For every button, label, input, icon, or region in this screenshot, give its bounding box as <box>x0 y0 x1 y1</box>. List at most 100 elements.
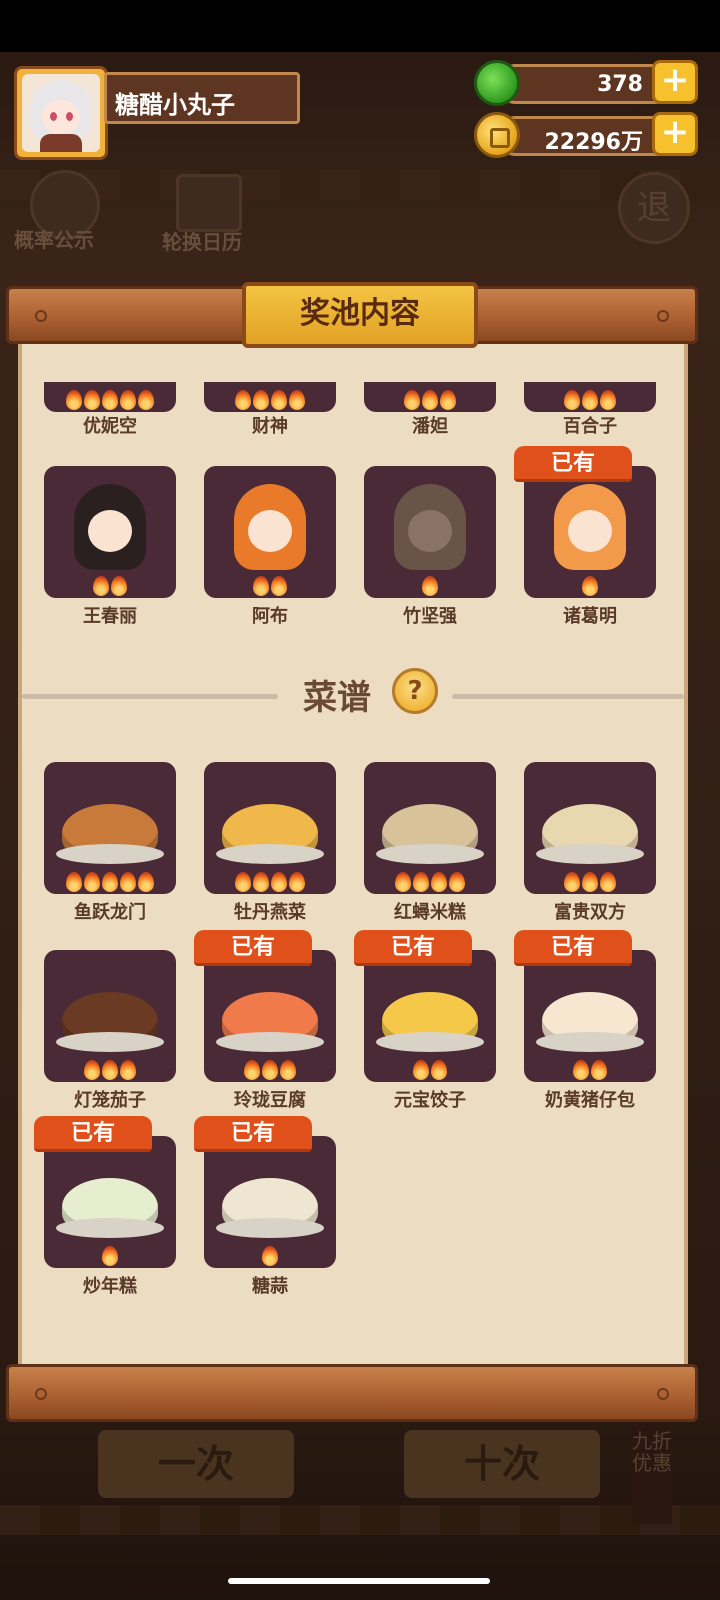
character-card[interactable] <box>524 382 656 412</box>
character-card[interactable] <box>44 466 176 598</box>
character-name: 优妮空 <box>83 416 137 437</box>
flame-star-icon <box>244 1060 260 1080</box>
single-draw-button[interactable]: 一次 <box>98 1430 294 1498</box>
gem-icon <box>474 60 520 106</box>
recipe-card[interactable] <box>204 950 336 1082</box>
character-card[interactable] <box>204 466 336 598</box>
avatar-portrait <box>22 74 100 152</box>
recipe-name: 富贵双方 <box>554 902 626 923</box>
recipe-card[interactable] <box>44 762 176 894</box>
home-indicator[interactable] <box>228 1578 490 1584</box>
flame-star-icon <box>582 576 598 596</box>
rate-button[interactable]: 概率公示 <box>14 224 94 253</box>
flame-star-icon <box>591 1060 607 1080</box>
help-button[interactable]: ? <box>392 668 438 714</box>
flame-star-icon <box>253 576 269 596</box>
flame-star-icon <box>404 390 420 410</box>
panel-bottom-plank <box>6 1364 698 1422</box>
gem-count: 378 <box>496 64 676 104</box>
recipe-name: 灯笼茄子 <box>74 1090 146 1111</box>
flame-star-icon <box>431 1060 447 1080</box>
recipe-card[interactable] <box>204 1136 336 1268</box>
flame-star-icon <box>102 390 118 410</box>
character-name: 财神 <box>252 416 288 437</box>
recipe-name: 鱼跃龙门 <box>74 902 146 923</box>
recipe-card[interactable] <box>524 762 656 894</box>
star-rating <box>524 576 656 596</box>
character-name: 百合子 <box>563 416 617 437</box>
recipe-name: 奶黄猪仔包 <box>545 1090 635 1111</box>
character-portrait <box>74 484 146 570</box>
flame-star-icon <box>422 390 438 410</box>
recipes-section-title: 菜谱 <box>303 678 371 718</box>
recipe-name: 红蟳米糕 <box>394 902 466 923</box>
flame-star-icon <box>84 872 100 892</box>
owned-badge: 已有 <box>514 446 632 482</box>
background-stripe <box>0 170 720 200</box>
flame-star-icon <box>422 576 438 596</box>
flame-star-icon <box>271 390 287 410</box>
star-rating <box>204 1060 336 1080</box>
ten-draw-button[interactable]: 十次 <box>404 1430 600 1498</box>
character-name: 潘妲 <box>412 416 448 437</box>
flame-star-icon <box>280 1060 296 1080</box>
add-gems-button[interactable]: + <box>652 60 698 104</box>
star-rating <box>204 1246 336 1266</box>
calendar-icon <box>176 174 242 232</box>
star-rating <box>44 390 176 410</box>
add-coins-button[interactable]: + <box>652 112 698 156</box>
recipe-name: 糖蒜 <box>252 1276 288 1297</box>
flame-star-icon <box>413 1060 429 1080</box>
owned-badge: 已有 <box>354 930 472 966</box>
flame-star-icon <box>582 390 598 410</box>
dish-image <box>56 1178 164 1238</box>
recipe-card[interactable] <box>524 950 656 1082</box>
flame-star-icon <box>289 390 305 410</box>
dish-image <box>536 992 644 1052</box>
flame-star-icon <box>582 872 598 892</box>
star-rating <box>524 872 656 892</box>
character-card[interactable] <box>364 382 496 412</box>
owned-badge: 已有 <box>514 930 632 966</box>
character-portrait <box>554 484 626 570</box>
recipe-card[interactable] <box>44 1136 176 1268</box>
star-rating <box>364 872 496 892</box>
character-name: 阿布 <box>252 606 288 627</box>
flame-star-icon <box>120 872 136 892</box>
character-card[interactable] <box>204 382 336 412</box>
flame-star-icon <box>93 576 109 596</box>
character-name: 诸葛明 <box>563 606 617 627</box>
flame-star-icon <box>262 1246 278 1266</box>
recipe-card[interactable] <box>204 762 336 894</box>
character-card[interactable] <box>524 466 656 598</box>
flame-star-icon <box>120 1060 136 1080</box>
recipe-card[interactable] <box>364 950 496 1082</box>
recipe-name: 牡丹燕菜 <box>234 902 306 923</box>
flame-star-icon <box>66 872 82 892</box>
recipe-card[interactable] <box>44 950 176 1082</box>
character-portrait <box>234 484 306 570</box>
dish-image <box>376 992 484 1052</box>
star-rating <box>364 1060 496 1080</box>
flame-star-icon <box>395 872 411 892</box>
player-name: 糖醋小丸子 <box>104 72 300 124</box>
divider-left <box>22 694 278 699</box>
character-card[interactable] <box>44 382 176 412</box>
dish-image <box>376 804 484 864</box>
dish-image <box>56 992 164 1052</box>
discount-tag: 九折优惠 <box>632 1424 672 1524</box>
recipe-card[interactable] <box>364 762 496 894</box>
flame-star-icon <box>449 872 465 892</box>
avatar[interactable] <box>14 66 108 160</box>
flame-star-icon <box>66 390 82 410</box>
character-card[interactable] <box>364 466 496 598</box>
flame-star-icon <box>271 576 287 596</box>
flame-star-icon <box>431 872 447 892</box>
exit-button[interactable]: 退 <box>618 172 690 244</box>
recipe-name: 元宝饺子 <box>394 1090 466 1111</box>
flame-star-icon <box>138 872 154 892</box>
flame-star-icon <box>253 390 269 410</box>
flame-star-icon <box>253 872 269 892</box>
calendar-button[interactable]: 轮换日历 <box>162 226 242 255</box>
flame-star-icon <box>111 576 127 596</box>
